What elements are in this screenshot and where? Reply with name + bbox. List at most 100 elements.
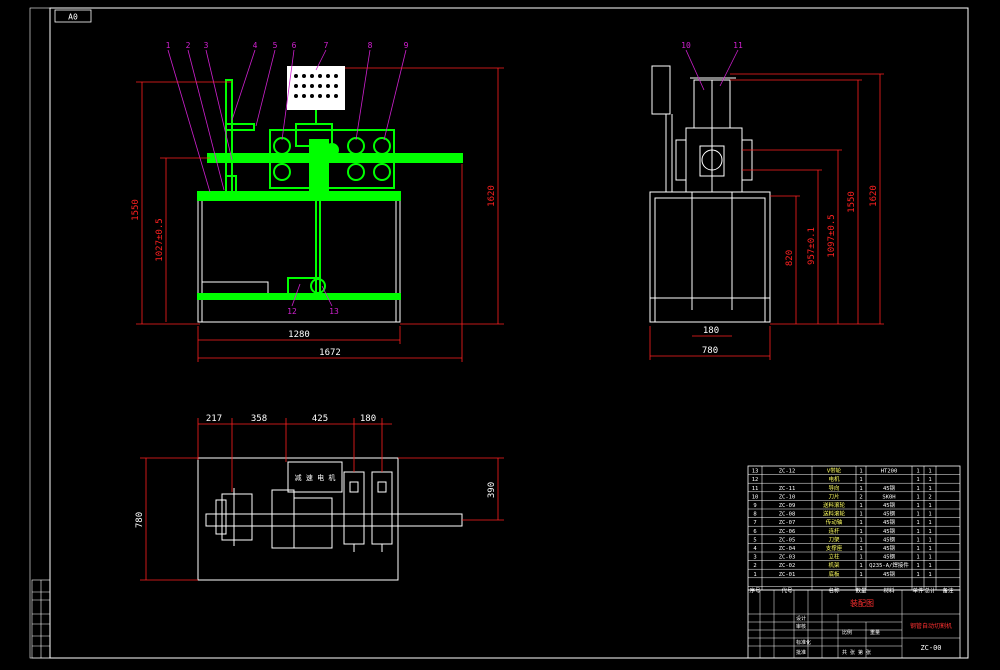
tb-design: 设计 <box>796 615 806 622</box>
bom-cell: 45钢 <box>883 484 896 492</box>
bom-header: 代号 <box>781 586 793 594</box>
balloon-3: 3 <box>204 41 209 50</box>
dim-1672: 1672 <box>319 348 341 358</box>
bom-cell: ZC-03 <box>779 555 796 561</box>
balloon-1: 1 <box>166 41 171 50</box>
bom-cell: 1 <box>859 555 862 561</box>
bom-cell: 45钢 <box>883 570 896 578</box>
dim-1550: 1550 <box>131 199 141 221</box>
bom-cell: 1 <box>928 512 931 518</box>
bom-cell: 45钢 <box>883 510 896 518</box>
bom-cell: 45钢 <box>883 501 896 509</box>
bom-cell: ZC-07 <box>779 520 796 526</box>
dim-1620: 1620 <box>487 185 497 207</box>
bom-header: 名称 <box>828 586 840 594</box>
dim-1280: 1280 <box>288 330 310 340</box>
bom-cell: 送料滚轮 <box>823 501 846 509</box>
bom-cell: 1 <box>928 486 931 492</box>
bom-cell: 7 <box>753 520 756 526</box>
bom-cell: 1 <box>916 469 919 475</box>
bom-cell: V带轮 <box>827 467 842 475</box>
bom-cell: 刀片 <box>828 492 839 500</box>
bom-cell: 13 <box>752 469 759 475</box>
bom-header: 数量 <box>855 586 867 594</box>
bom-cell: 1 <box>916 572 919 578</box>
balloon-10: 10 <box>681 41 691 50</box>
bom-cell: ZC-01 <box>779 572 796 578</box>
bom-cell: ZC-02 <box>779 563 796 569</box>
bom-cell: 1 <box>916 546 919 552</box>
bom-cell: ZC-08 <box>779 512 796 518</box>
tb-standard: 标准化 <box>796 639 811 646</box>
balloon-2: 2 <box>186 41 191 50</box>
dim-780-top: 780 <box>135 512 145 528</box>
bom-cell: 1 <box>859 563 862 569</box>
bom-cell: 1 <box>928 546 931 552</box>
bom-cell: 1 <box>859 486 862 492</box>
dim-180-side: 180 <box>703 326 719 336</box>
bom-cell: 1 <box>928 520 931 526</box>
bom-cell: 1 <box>928 563 931 569</box>
cad-drawing: A0 1 2 3 4 5 6 7 8 9 12 13 1550 1027±0.5… <box>0 0 1000 666</box>
bom-cell: 1 <box>928 469 931 475</box>
bom-cell: 连杆 <box>828 527 840 535</box>
bom-cell: 1 <box>916 537 919 543</box>
bom-cell: 刀架 <box>828 536 840 543</box>
bom-header: 单件 <box>912 586 924 594</box>
bom-header: 备注 <box>942 586 954 594</box>
bom-cell: 支撑座 <box>826 544 843 552</box>
balloon-9: 9 <box>404 41 409 50</box>
bom-cell: ZC-11 <box>779 486 796 492</box>
dim-1620-side: 1620 <box>869 185 879 207</box>
top-box-label: 减 速 电 机 <box>295 473 336 482</box>
bom-cell: ZC-12 <box>779 469 796 475</box>
bom-cell: 10 <box>752 494 759 500</box>
dim-217: 217 <box>206 414 222 424</box>
bom-cell: 1 <box>928 529 931 535</box>
bom-cell: 传动轴 <box>826 518 843 526</box>
control-panel <box>287 66 345 110</box>
balloon-13: 13 <box>329 307 339 316</box>
bom-cell: 1 <box>916 555 919 561</box>
bom-header: 材料 <box>883 586 895 594</box>
dim-358: 358 <box>251 414 267 424</box>
bom-cell: 1 <box>859 546 862 552</box>
bom-cell: 45钢 <box>883 544 896 552</box>
drawing-canvas: A0 1 2 3 4 5 6 7 8 9 12 13 1550 1027±0.5… <box>0 0 1000 666</box>
bom-cell: 1 <box>859 529 862 535</box>
bom-cell: HT200 <box>881 469 898 475</box>
drawing-number: ZC-00 <box>920 644 941 652</box>
bom-cell: 1 <box>916 494 919 500</box>
balloon-12: 12 <box>287 307 297 316</box>
bom-cell: 电机 <box>828 475 840 483</box>
bom-cell: 3 <box>753 555 756 561</box>
bom-cell: 12 <box>752 477 759 483</box>
bom-cell: 1 <box>859 477 862 483</box>
bom-header: 总计 <box>924 586 936 594</box>
dim-180-top: 180 <box>360 414 376 424</box>
bom-cell: 45钢 <box>883 553 896 561</box>
bom-cell: 机架 <box>828 561 840 569</box>
bom-cell: 1 <box>928 477 931 483</box>
balloon-8: 8 <box>368 41 373 50</box>
bom-cell: 1 <box>928 572 931 578</box>
bom-cell: ZC-05 <box>779 537 796 543</box>
dim-780-side: 780 <box>702 346 718 356</box>
bom-cell: 立柱 <box>828 553 840 561</box>
tb-weight: 重量 <box>870 629 880 636</box>
bom-cell: 1 <box>859 469 862 475</box>
bom-cell: 9 <box>753 503 756 509</box>
balloon-6: 6 <box>292 41 297 50</box>
dim-1550-side: 1550 <box>847 191 857 213</box>
bom-cell: 1 <box>859 520 862 526</box>
bom-cell: 2 <box>928 494 931 500</box>
dim-820: 820 <box>785 250 795 266</box>
bom-cell: 导向 <box>828 484 839 492</box>
bom-cell: 1 <box>916 503 919 509</box>
bom-cell: 2 <box>753 563 756 569</box>
tb-approve: 批准 <box>796 649 806 656</box>
balloon-7: 7 <box>324 41 329 50</box>
dim-1097: 1097±0.5 <box>827 214 837 257</box>
sheet-size-label: A0 <box>68 13 78 22</box>
bom-header: 序号 <box>749 586 761 594</box>
